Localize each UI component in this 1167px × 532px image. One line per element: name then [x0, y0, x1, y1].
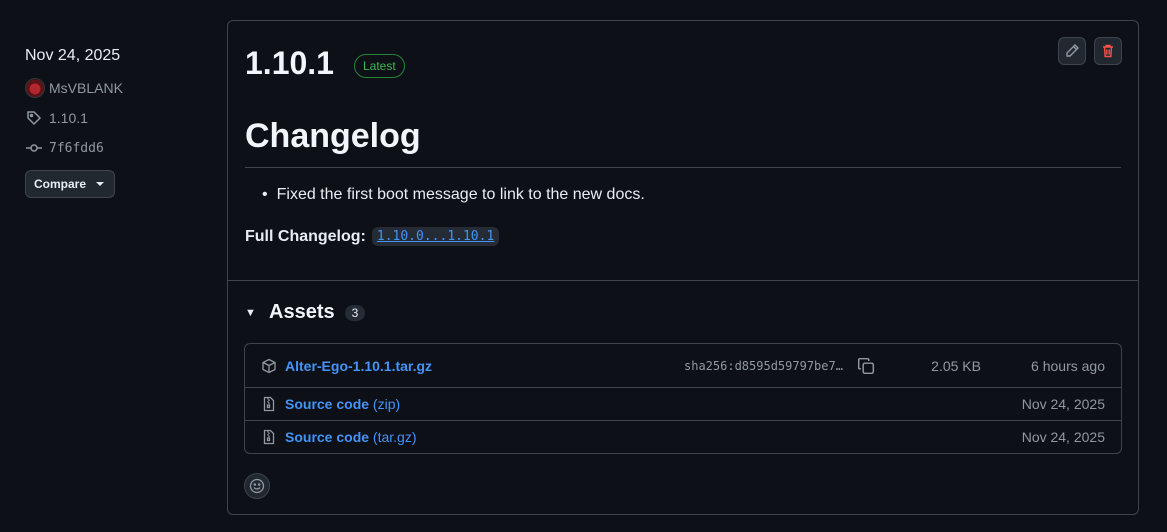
full-changelog-label: Full Changelog:: [245, 227, 366, 245]
asset-format[interactable]: (tar.gz): [373, 429, 417, 445]
chevron-down-icon: [96, 182, 105, 186]
release-meta: Nov 24, 2025 MsVBLANK 1.10.1 7f6fdd6 Com…: [25, 44, 205, 198]
latest-badge: Latest: [353, 53, 405, 78]
commit-row[interactable]: 7f6fdd6: [25, 138, 205, 158]
asset-link[interactable]: Source code (zip): [285, 396, 400, 412]
assets-title[interactable]: Assets: [269, 301, 335, 324]
release-card: 1.10.1 Latest Changelog • Fixed the firs…: [227, 20, 1139, 515]
asset-date: 6 hours ago: [1031, 357, 1105, 374]
bullet-dot: •: [262, 186, 268, 203]
file-zip-icon: [263, 396, 275, 412]
asset-link[interactable]: Alter-Ego-1.10.1.tar.gz: [285, 358, 432, 374]
asset-format[interactable]: (zip): [373, 396, 400, 412]
asset-link[interactable]: Source code (tar.gz): [285, 429, 417, 445]
release-date: Nov 24, 2025: [25, 47, 121, 64]
compare-button[interactable]: Compare: [25, 170, 115, 198]
assets-count: 3: [344, 304, 366, 321]
tag-icon: [25, 109, 43, 127]
changelog-heading: Changelog: [245, 117, 421, 155]
asset-size: 2.05 KB: [931, 357, 981, 374]
asset-row: Alter-Ego-1.10.1.tar.gz sha256:d8595d597…: [245, 344, 1121, 387]
tag-row[interactable]: 1.10.1: [25, 108, 205, 128]
add-reaction-button[interactable]: [244, 473, 270, 499]
pencil-icon: [1066, 44, 1079, 57]
asset-name-text[interactable]: Source code: [285, 396, 369, 412]
copy-icon[interactable]: [857, 357, 875, 375]
asset-sha: sha256:d8595d59797be7…: [684, 358, 843, 373]
file-zip-icon: [263, 429, 275, 445]
release-header: 1.10.1 Latest: [245, 45, 405, 82]
bullet-text: Fixed the first boot message to link to …: [276, 186, 645, 203]
commit-hash[interactable]: 7f6fdd6: [49, 141, 104, 156]
avatar[interactable]: [25, 78, 45, 98]
package-icon: [262, 358, 276, 373]
compare-link[interactable]: 1.10.0...1.10.1: [371, 227, 500, 246]
section-divider: [228, 280, 1138, 281]
asset-name-text[interactable]: Source code: [285, 429, 369, 445]
triangle-down-icon: ▼: [245, 306, 256, 319]
changelog-bullet: • Fixed the first boot message to link t…: [262, 186, 645, 204]
full-changelog: Full Changelog: 1.10.0...1.10.1: [245, 227, 500, 246]
asset-row: Source code (tar.gz) Nov 24, 2025: [245, 420, 1121, 453]
edit-button[interactable]: [1058, 37, 1086, 65]
compare-label: Compare: [34, 177, 87, 191]
asset-name-text[interactable]: Alter-Ego-1.10.1.tar.gz: [285, 358, 432, 374]
commit-icon: [25, 139, 43, 157]
asset-row: Source code (zip) Nov 24, 2025: [245, 387, 1121, 420]
assets-toggle[interactable]: ▼ Assets 3: [245, 301, 366, 324]
asset-list: Alter-Ego-1.10.1.tar.gz sha256:d8595d597…: [244, 343, 1122, 454]
author-row[interactable]: MsVBLANK: [25, 78, 205, 98]
smiley-icon: [249, 478, 265, 494]
delete-button[interactable]: [1094, 37, 1122, 65]
asset-date: Nov 24, 2025: [1021, 396, 1105, 412]
author-name[interactable]: MsVBLANK: [49, 80, 123, 96]
heading-divider: [245, 167, 1121, 168]
trash-icon: [1103, 44, 1113, 58]
tag-label[interactable]: 1.10.1: [49, 110, 88, 126]
asset-date: Nov 24, 2025: [1021, 429, 1105, 445]
release-title[interactable]: 1.10.1: [245, 45, 334, 82]
